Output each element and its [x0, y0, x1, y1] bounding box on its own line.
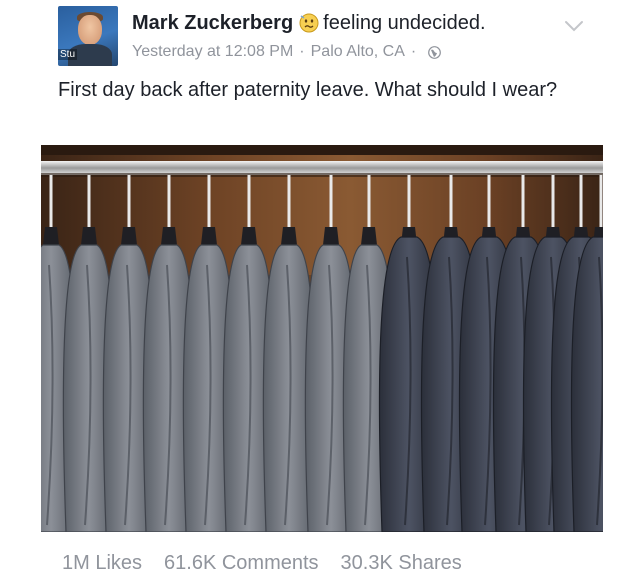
hanger — [361, 227, 377, 245]
likes-count[interactable]: 1M Likes — [62, 552, 142, 575]
comments-count[interactable]: 61.6K Comments — [164, 552, 319, 575]
undecided-emoji-icon — [299, 13, 319, 33]
post-meta: Yesterday at 12:08 PM · Palo Alto, CA · — [132, 42, 442, 62]
meta-separator: · — [410, 43, 417, 60]
hanger — [281, 227, 297, 245]
hanger — [323, 227, 339, 245]
feeling-text: feeling undecided. — [323, 11, 486, 34]
facebook-post: Stu Mark Zuckerberg feeling undecided. Y… — [0, 0, 640, 585]
public-globe-icon[interactable] — [428, 45, 442, 59]
post-timestamp[interactable]: Yesterday at 12:08 PM — [132, 43, 293, 61]
avatar-watermark: Stu — [58, 49, 78, 60]
post-photo-closet[interactable] — [41, 145, 603, 532]
hanger — [81, 227, 97, 245]
meta-separator: · — [299, 43, 305, 60]
hanging-rod — [41, 161, 603, 177]
author-avatar[interactable]: Stu — [58, 6, 118, 66]
hanger — [121, 227, 137, 245]
hanger — [43, 227, 59, 245]
hanger — [201, 227, 217, 245]
post-location[interactable]: Palo Alto, CA — [311, 43, 405, 61]
author-name-link[interactable]: Mark Zuckerberg — [132, 12, 293, 35]
shares-count[interactable]: 30.3K Shares — [341, 552, 462, 575]
hanger — [161, 227, 177, 245]
chevron-down-icon[interactable] — [562, 16, 586, 36]
avatar-face — [78, 15, 102, 45]
post-text: First day back after paternity leave. Wh… — [58, 79, 558, 101]
hanger — [241, 227, 257, 245]
post-stats: 1M Likes 61.6K Comments 30.3K Shares — [62, 548, 484, 578]
post-header-line: Mark Zuckerberg feeling undecided. — [132, 8, 486, 38]
